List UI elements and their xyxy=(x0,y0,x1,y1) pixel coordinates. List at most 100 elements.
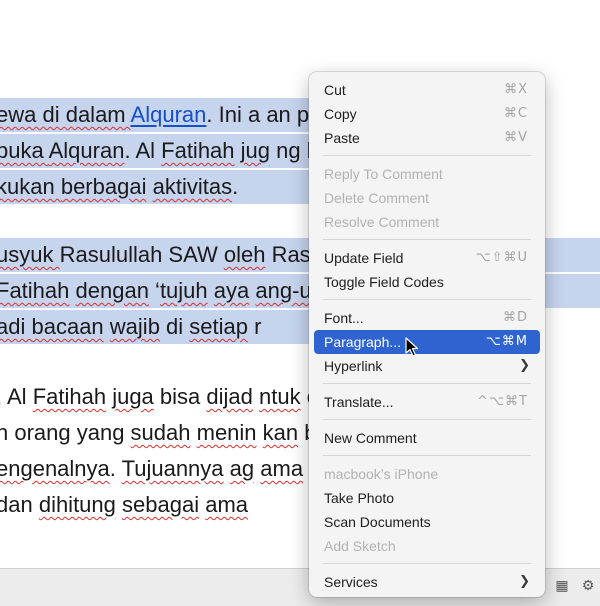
text-run: ‘ xyxy=(148,278,160,303)
text-run: . Ini a xyxy=(206,102,261,127)
text-run: dengan xyxy=(75,278,149,303)
hyperlink-text[interactable]: Alquran xyxy=(131,102,207,127)
menu-item-new-comment[interactable]: New Comment xyxy=(314,426,540,450)
menu-item-label: Translate... xyxy=(324,394,394,410)
text-run: bacaan xyxy=(31,314,104,339)
menu-item-paste[interactable]: Paste ⌘V xyxy=(314,126,540,150)
text-run: , Al xyxy=(0,384,27,409)
document-text-line[interactable]: buka Alquran. Al Fatihah jug ng ke xyxy=(0,134,330,168)
menu-item-shortcut: ⌘V xyxy=(504,130,528,145)
menu-item-label: Scan Documents xyxy=(324,514,431,530)
menu-item-label: Toggle Field Codes xyxy=(324,274,444,290)
menu-separator xyxy=(323,299,531,300)
menu-item-shortcut: ⌥⇧⌘U xyxy=(475,250,528,265)
menu-item-shortcut: ⌘X xyxy=(504,82,528,97)
menu-item-take-photo[interactable]: Take Photo xyxy=(314,486,540,510)
text-run: ama xyxy=(205,492,249,517)
menu-item-label: macbook’s iPhone xyxy=(324,466,439,482)
text-run: engenalnya xyxy=(0,456,110,481)
text-run: kan xyxy=(262,420,299,445)
menu-item-label: Update Field xyxy=(324,250,404,266)
text-run: ag xyxy=(229,456,255,481)
text-run: ang-u xyxy=(255,278,312,303)
text-run: kukan xyxy=(0,174,61,199)
document-text-line[interactable]: Fatihah dengan ‘tujuh aya ang-u xyxy=(0,274,312,308)
focus-mode-icon[interactable]: ⚙ xyxy=(578,576,598,596)
context-menu: Cut ⌘X Copy ⌘C Paste ⌘V Reply To Comment Delete… xyxy=(309,72,545,597)
text-run: menin xyxy=(196,420,257,445)
menu-separator xyxy=(323,419,531,420)
menu-item-font[interactable]: Font... ⌘D xyxy=(314,306,540,330)
menu-item-add-sketch: Add Sketch xyxy=(314,534,540,558)
text-run: jug xyxy=(240,138,271,163)
menu-item-services[interactable]: Services ❯ xyxy=(314,570,540,594)
text-run: ewa di dalam xyxy=(0,102,131,127)
text-run: berbagai xyxy=(60,174,147,199)
menu-item-reply-to-comment: Reply To Comment xyxy=(314,162,540,186)
text-run: bisa xyxy=(153,384,207,409)
text-run: dihitung xyxy=(38,492,116,517)
menu-item-scan-documents[interactable]: Scan Documents xyxy=(314,510,540,534)
text-run: Tujuannya xyxy=(121,456,224,481)
menu-item-shortcut: ⌥⌘M xyxy=(485,334,528,349)
menu-item-translate[interactable]: Translate... ^⌥⌘T xyxy=(314,390,540,414)
text-run: usyuk xyxy=(0,242,60,267)
text-run: Fatihah xyxy=(0,278,70,303)
menu-item-resolve-comment: Resolve Comment xyxy=(314,210,540,234)
menu-item-macbook-s-iphone: macbook’s iPhone xyxy=(314,462,540,486)
chevron-right-icon: ❯ xyxy=(519,358,530,373)
text-run: dan xyxy=(0,492,39,517)
menu-item-shortcut: ⌘D xyxy=(502,310,528,325)
menu-item-update-field[interactable]: Update Field ⌥⇧⌘U xyxy=(314,246,540,270)
menu-separator xyxy=(323,563,531,564)
document-stats-icon[interactable]: ▦ xyxy=(552,576,572,596)
text-run: oleh xyxy=(223,242,266,267)
text-run: Fatihah xyxy=(161,138,235,163)
menu-item-copy[interactable]: Copy ⌘C xyxy=(314,102,540,126)
menu-item-label: Resolve Comment xyxy=(324,214,440,230)
document-text-line[interactable]: usyuk Rasulullah SAW oleh Rasul xyxy=(0,238,328,272)
document-text-line[interactable]: adi bacaan wajib di setiap r xyxy=(0,310,261,344)
text-run: ntuk xyxy=(259,384,301,409)
text-run: wajib xyxy=(109,314,160,339)
text-run: Alquran xyxy=(48,138,125,163)
text-run: ama xyxy=(260,456,304,481)
menu-item-hyperlink[interactable]: Hyperlink ❯ xyxy=(314,354,540,378)
document-text-line[interactable]: engenalnya. Tujuannya ag ama i xyxy=(0,452,314,486)
menu-item-cut[interactable]: Cut ⌘X xyxy=(314,78,540,102)
menu-item-toggle-field-codes[interactable]: Toggle Field Codes xyxy=(314,270,540,294)
document-text-line[interactable]: , Al Fatihah juga bisa dijad ntuk c xyxy=(0,380,318,414)
menu-item-paragraph[interactable]: Paragraph... ⌥⌘M xyxy=(314,330,540,354)
text-run: . xyxy=(109,456,122,481)
document-text-line[interactable]: ewa di dalam Alquran. Ini a an pe xyxy=(0,98,321,132)
menu-item-shortcut: ^⌥⌘T xyxy=(477,394,528,409)
menu-item-label: Cut xyxy=(324,82,346,98)
menu-separator xyxy=(323,239,531,240)
text-run: r xyxy=(248,314,262,339)
text-run: aktivitas xyxy=(152,174,233,199)
text-run: adi xyxy=(0,314,26,339)
document-text-line[interactable]: kukan berbagai aktivitas. xyxy=(0,170,238,204)
text-run: . xyxy=(232,174,239,199)
text-run: . Al xyxy=(124,138,162,163)
text-run: h orang yang xyxy=(0,420,131,445)
text-run: aya xyxy=(213,278,250,303)
menu-item-label: Hyperlink xyxy=(324,358,383,374)
mouse-pointer-icon xyxy=(405,337,419,357)
text-run: setiap xyxy=(189,314,249,339)
chevron-right-icon: ❯ xyxy=(519,574,530,589)
menu-item-label: Paragraph... xyxy=(324,334,402,350)
menu-item-label: Paste xyxy=(324,130,360,146)
text-run: dijad xyxy=(206,384,253,409)
menu-separator xyxy=(323,155,531,156)
menu-item-label: Take Photo xyxy=(324,490,395,506)
menu-item-shortcut: ⌘C xyxy=(503,106,528,121)
text-run: di xyxy=(159,314,190,339)
document-text-line[interactable]: h orang yang sudah menin kan b xyxy=(0,416,317,450)
menu-item-label: Copy xyxy=(324,106,357,122)
menu-item-label: Add Sketch xyxy=(324,538,396,554)
menu-item-delete-comment: Delete Comment xyxy=(314,186,540,210)
text-run: tujuh xyxy=(159,278,208,303)
text-run: buka xyxy=(0,138,49,163)
document-text-line[interactable]: dan dihitung sebagai ama xyxy=(0,488,248,522)
